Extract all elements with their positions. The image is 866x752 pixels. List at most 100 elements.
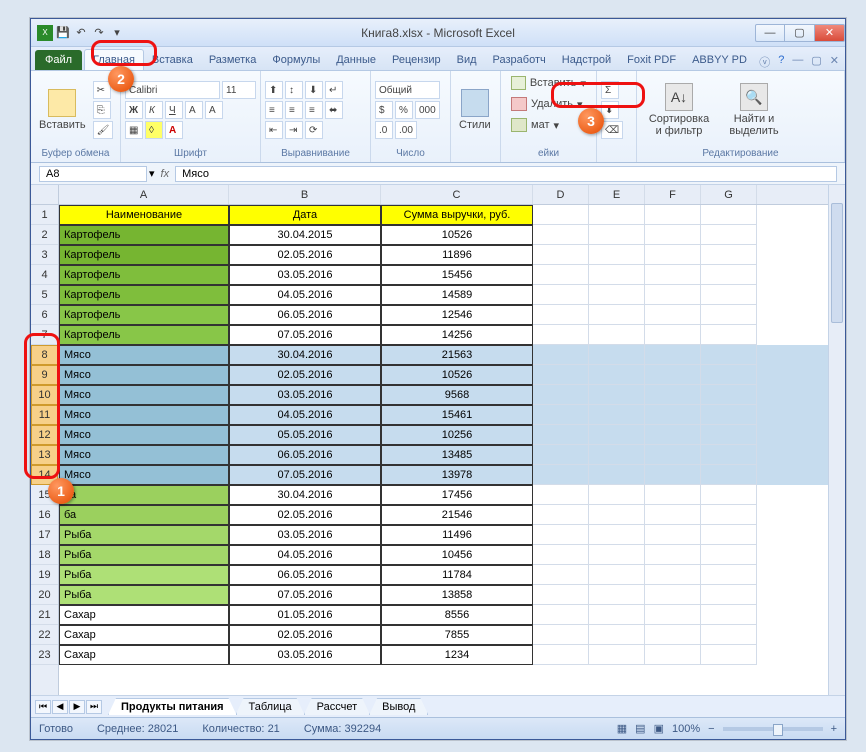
cell-empty[interactable] bbox=[589, 305, 645, 325]
cell-empty[interactable] bbox=[701, 245, 757, 265]
cell-empty[interactable] bbox=[645, 325, 701, 345]
row-header[interactable]: 9 bbox=[31, 365, 58, 385]
cell-date[interactable]: 06.05.2016 bbox=[229, 565, 381, 585]
cell-empty[interactable] bbox=[589, 565, 645, 585]
row-header[interactable]: 3 bbox=[31, 245, 58, 265]
cell-sum[interactable]: 10526 bbox=[381, 365, 533, 385]
cell-sum[interactable]: 8556 bbox=[381, 605, 533, 625]
sheet-nav-next-icon[interactable]: ▶ bbox=[69, 700, 85, 714]
maximize-button[interactable]: ▢ bbox=[785, 24, 815, 42]
cell-empty[interactable] bbox=[645, 585, 701, 605]
row-header[interactable]: 7 bbox=[31, 325, 58, 345]
fill-color-button[interactable]: ◊ bbox=[145, 121, 163, 139]
font-color-button[interactable]: A bbox=[165, 121, 183, 139]
zoom-out-icon[interactable]: − bbox=[708, 723, 714, 735]
cell-empty[interactable] bbox=[533, 385, 589, 405]
cell-name[interactable]: Рыба bbox=[59, 545, 229, 565]
cell-empty[interactable] bbox=[589, 525, 645, 545]
tab-addins[interactable]: Надстрой bbox=[554, 50, 619, 70]
doc-minimize-icon[interactable]: — bbox=[792, 54, 803, 70]
cell-empty[interactable] bbox=[701, 465, 757, 485]
tab-layout[interactable]: Разметка bbox=[201, 50, 265, 70]
cell-date[interactable]: 06.05.2016 bbox=[229, 305, 381, 325]
cell-empty[interactable] bbox=[533, 245, 589, 265]
cell-date[interactable]: 30.04.2016 bbox=[229, 485, 381, 505]
view-normal-icon[interactable]: ▦ bbox=[617, 722, 627, 735]
cell-empty[interactable] bbox=[533, 525, 589, 545]
cell-empty[interactable] bbox=[645, 485, 701, 505]
cell-empty[interactable] bbox=[589, 385, 645, 405]
header-sum[interactable]: Сумма выручки, руб. bbox=[381, 205, 533, 225]
cell-name[interactable]: Картофель bbox=[59, 225, 229, 245]
cell-empty[interactable] bbox=[645, 645, 701, 665]
tab-insert[interactable]: Вставка bbox=[144, 50, 201, 70]
cell-empty[interactable] bbox=[645, 245, 701, 265]
sheet-nav-last-icon[interactable]: ⏭ bbox=[86, 700, 102, 714]
header-name[interactable]: Наименование bbox=[59, 205, 229, 225]
cell-empty[interactable] bbox=[589, 225, 645, 245]
cell-sum[interactable]: 9568 bbox=[381, 385, 533, 405]
cell-empty[interactable] bbox=[589, 545, 645, 565]
align-bot-icon[interactable]: ⬇ bbox=[305, 81, 323, 99]
cell-date[interactable]: 07.05.2016 bbox=[229, 465, 381, 485]
cell-empty[interactable] bbox=[533, 585, 589, 605]
cell-sum[interactable]: 10456 bbox=[381, 545, 533, 565]
cell-empty[interactable] bbox=[645, 625, 701, 645]
col-header-e[interactable]: E bbox=[589, 185, 645, 204]
cell-date[interactable]: 03.05.2016 bbox=[229, 525, 381, 545]
select-all-corner[interactable] bbox=[31, 185, 58, 205]
cell-empty[interactable] bbox=[533, 445, 589, 465]
cell-empty[interactable] bbox=[701, 585, 757, 605]
cell-empty[interactable] bbox=[701, 625, 757, 645]
bold-button[interactable]: Ж bbox=[125, 101, 143, 119]
cell-name[interactable]: Рыба bbox=[59, 585, 229, 605]
cell-empty[interactable] bbox=[533, 545, 589, 565]
scrollbar-thumb[interactable] bbox=[831, 203, 843, 323]
align-left-icon[interactable]: ≡ bbox=[265, 101, 283, 119]
cell-name[interactable]: Мясо bbox=[59, 385, 229, 405]
tab-developer[interactable]: Разработч bbox=[485, 50, 554, 70]
cell-sum[interactable]: 15456 bbox=[381, 265, 533, 285]
view-layout-icon[interactable]: ▤ bbox=[635, 722, 645, 735]
find-select-button[interactable]: 🔍Найти и выделить bbox=[720, 81, 788, 139]
cell-name[interactable]: Рыба bbox=[59, 565, 229, 585]
cell-sum[interactable]: 10256 bbox=[381, 425, 533, 445]
row-header[interactable]: 19 bbox=[31, 565, 58, 585]
tab-view[interactable]: Вид bbox=[449, 50, 485, 70]
inc-decimal-icon[interactable]: .0 bbox=[375, 121, 393, 139]
italic-button[interactable]: К bbox=[145, 101, 163, 119]
cell-empty[interactable] bbox=[589, 485, 645, 505]
cell-empty[interactable] bbox=[533, 345, 589, 365]
font-size-combo[interactable]: 11 bbox=[222, 81, 256, 99]
cell-empty[interactable] bbox=[589, 445, 645, 465]
cell-empty[interactable] bbox=[589, 605, 645, 625]
cell-empty[interactable] bbox=[589, 285, 645, 305]
tab-abbyy[interactable]: ABBYY PD bbox=[684, 50, 755, 70]
cell-date[interactable]: 05.05.2016 bbox=[229, 425, 381, 445]
cell-empty[interactable] bbox=[701, 485, 757, 505]
save-icon[interactable]: 💾 bbox=[55, 25, 71, 41]
formula-input[interactable]: Мясо bbox=[175, 166, 837, 182]
row-header[interactable]: 13 bbox=[31, 445, 58, 465]
cell-empty[interactable] bbox=[533, 425, 589, 445]
cell-empty[interactable] bbox=[645, 565, 701, 585]
cell-empty[interactable] bbox=[701, 525, 757, 545]
cell-name[interactable]: Сахар bbox=[59, 645, 229, 665]
redo-icon[interactable]: ↷ bbox=[91, 25, 107, 41]
name-box[interactable]: A8 bbox=[39, 166, 147, 182]
dec-decimal-icon[interactable]: .00 bbox=[395, 121, 417, 139]
cell-date[interactable]: 04.05.2016 bbox=[229, 545, 381, 565]
cell-sum[interactable]: 12546 bbox=[381, 305, 533, 325]
cell-empty[interactable] bbox=[645, 405, 701, 425]
cell-sum[interactable]: 13858 bbox=[381, 585, 533, 605]
cell-date[interactable]: 07.05.2016 bbox=[229, 585, 381, 605]
autosum-icon[interactable]: Σ bbox=[601, 81, 619, 99]
sheet-nav-prev-icon[interactable]: ◀ bbox=[52, 700, 68, 714]
cell-sum[interactable]: 10526 bbox=[381, 225, 533, 245]
cell-empty[interactable] bbox=[645, 345, 701, 365]
cell-empty[interactable] bbox=[701, 345, 757, 365]
row-header[interactable]: 18 bbox=[31, 545, 58, 565]
view-break-icon[interactable]: ▣ bbox=[654, 722, 664, 735]
cell-empty[interactable] bbox=[645, 425, 701, 445]
row-header[interactable]: 23 bbox=[31, 645, 58, 665]
